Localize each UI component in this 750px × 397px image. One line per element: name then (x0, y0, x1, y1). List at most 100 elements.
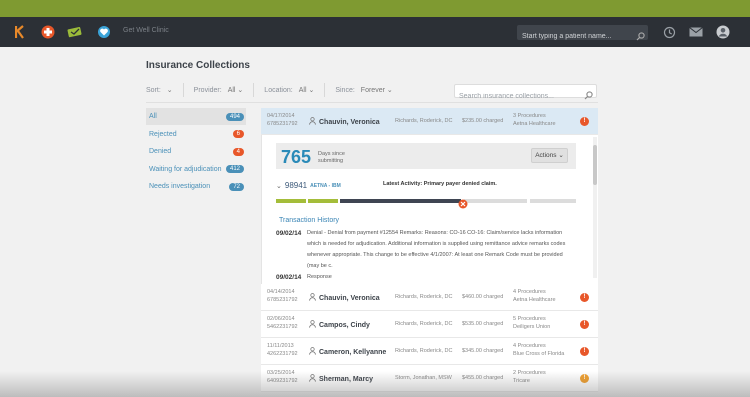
progress-step (308, 199, 338, 203)
user-avatar-icon[interactable] (715, 24, 731, 40)
filter-bar: Sort: ⌄ Provider: All ⌄ Location: All ⌄ … (146, 82, 403, 98)
patient-name[interactable]: Chauvin, Veronica (309, 117, 380, 127)
person-icon (309, 347, 316, 357)
alert-icon[interactable]: ! (580, 374, 589, 383)
table-row[interactable]: 04/14/2014 6785231792 Chauvin, Veronica R… (261, 284, 598, 311)
chevron-down-icon: ⌄ (237, 87, 244, 94)
location-dropdown[interactable]: All ⌄ (299, 86, 315, 94)
patient-name-text: Sherman, Marcy (319, 375, 374, 383)
date-text: 04/14/2014 (267, 289, 295, 295)
procedures: 3 Procedures Aetna Healthcare (513, 113, 556, 128)
brand-bar (0, 0, 750, 17)
collections-search-input[interactable] (455, 90, 580, 103)
search-icon[interactable] (636, 28, 645, 46)
payer-name: Aetna Healthcare (513, 296, 556, 303)
procedures: 5 Procedures Deiligers Union (513, 316, 550, 331)
latest-activity: Latest Activity: Primary payer denied cl… (383, 181, 497, 187)
history-entry: 09/02/14 Response (276, 272, 576, 283)
actions-button[interactable]: Actions ⌄ (531, 148, 568, 163)
row-date: 11/11/2013 4262231792 (267, 343, 298, 358)
count-badge: 6 (232, 130, 244, 138)
patient-name[interactable]: Campos, Cindy (309, 320, 370, 330)
transaction-history: 09/02/14 Denial - Denial from payment #1… (276, 228, 576, 283)
sidebar-item-denied[interactable]: Denied 4 (146, 143, 246, 160)
row-date: 02/06/2014 5462231792 (267, 316, 298, 331)
divider (146, 102, 598, 103)
patient-search-input[interactable] (517, 29, 632, 44)
patient-name[interactable]: Sherman, Marcy (309, 374, 373, 384)
progress-step (340, 199, 461, 203)
sidebar-item-label: All (149, 113, 157, 120)
divider (253, 83, 255, 97)
patient-name-text: Cameron, Kellyanne (319, 348, 387, 356)
payer-name: Blue Cross of Florida (513, 350, 565, 357)
scrollbar-thumb[interactable] (593, 145, 597, 185)
patient-name[interactable]: Cameron, Kellyanne (309, 347, 386, 357)
provider-label: Provider: (193, 86, 222, 94)
alert-icon[interactable]: ! (580, 293, 589, 302)
location-label: Location: (264, 86, 293, 94)
divider (324, 83, 326, 97)
procedure-count: 2 Procedures (513, 370, 546, 376)
patient-name[interactable]: Chauvin, Veronica (309, 293, 380, 303)
provider: Richards, Roderick, DC (395, 348, 453, 354)
history-entry: 09/02/14 Denial - Denial from payment #1… (276, 228, 576, 272)
status-sidebar: All 494 Rejected 6 Denied 4 Waiting for … (146, 108, 246, 196)
count-badge: 72 (229, 182, 244, 191)
date-text: 04/17/2014 (267, 113, 295, 119)
collections-search[interactable] (454, 84, 597, 103)
collections-list: 04/17/2014 6785231792 Chauvin, Veronica … (261, 108, 598, 392)
claim-toggle[interactable]: ⌄ 98941 AETNA - IBM (276, 181, 341, 190)
person-icon (309, 374, 316, 384)
home-logo-icon[interactable] (12, 24, 28, 40)
amount: $455.00 charged (462, 375, 504, 381)
sort-dropdown[interactable]: ⌄ (167, 86, 173, 94)
chevron-down-icon: ⌄ (386, 87, 393, 94)
actions-label: Actions (535, 152, 557, 159)
denied-marker-icon[interactable] (458, 196, 468, 214)
since-label: Since: (335, 86, 355, 94)
days-count: 765 (281, 147, 312, 167)
procedure-count: 3 Procedures (513, 113, 546, 119)
clinic-name[interactable]: Get Well Clinic (123, 27, 169, 34)
provider: Richards, Roderick, DC (395, 118, 453, 124)
count-badge: 4 (232, 147, 244, 156)
mail-icon[interactable] (688, 24, 704, 40)
since-dropdown[interactable]: Forever ⌄ (361, 86, 393, 94)
table-row[interactable]: 02/06/2014 5462231792 Campos, Cindy Richa… (261, 311, 598, 338)
history-date: 09/02/14 (276, 274, 302, 281)
chevron-down-icon: ⌄ (166, 87, 173, 94)
alert-icon[interactable]: ! (580, 320, 589, 329)
table-row[interactable]: 11/11/2013 4262231792 Cameron, Kellyanne … (261, 338, 598, 365)
date-text: 03/25/2014 (267, 370, 295, 376)
sidebar-item-label: Denied (149, 148, 172, 155)
sidebar-item-all[interactable]: All 494 (146, 108, 246, 125)
alert-icon[interactable]: ! (580, 347, 589, 356)
sidebar-item-needs-investigation[interactable]: Needs investigation 72 (146, 178, 246, 195)
date-text: 11/11/2013 (267, 343, 294, 349)
row-date: 03/25/2014 6409231792 (267, 370, 298, 385)
amount: $460.00 charged (462, 294, 504, 300)
alert-icon[interactable]: ! (580, 117, 589, 126)
procedures: 2 Procedures Tricare (513, 370, 546, 385)
claim-id: 4262231792 (267, 350, 298, 357)
amount: $235.00 charged (462, 118, 504, 124)
history-icon[interactable] (661, 24, 677, 40)
provider-dropdown[interactable]: All ⌄ (228, 86, 244, 94)
count-badge: 494 (225, 112, 244, 121)
procedures: 4 Procedures Blue Cross of Florida (513, 343, 564, 358)
sidebar-item-label: Needs investigation (149, 183, 211, 190)
sidebar-item-rejected[interactable]: Rejected 6 (146, 126, 246, 143)
table-row[interactable]: 03/25/2014 6409231792 Sherman, Marcy Stor… (261, 365, 598, 392)
billing-icon[interactable] (67, 24, 83, 40)
divider (182, 83, 184, 97)
heart-shield-icon[interactable] (96, 24, 112, 40)
patient-name-text: Chauvin, Veronica (319, 294, 380, 302)
provider: Storm, Jonathan, MSW (395, 375, 452, 381)
sidebar-item-label: Waiting for adjudication (149, 165, 222, 173)
table-row[interactable]: 04/17/2014 6785231792 Chauvin, Veronica … (261, 108, 598, 135)
count-badge: 412 (225, 165, 244, 173)
medical-cross-icon[interactable] (40, 24, 56, 40)
sidebar-item-waiting-for-adjudication[interactable]: Waiting for adjudication 412 (146, 161, 246, 178)
patient-search[interactable] (517, 25, 648, 44)
